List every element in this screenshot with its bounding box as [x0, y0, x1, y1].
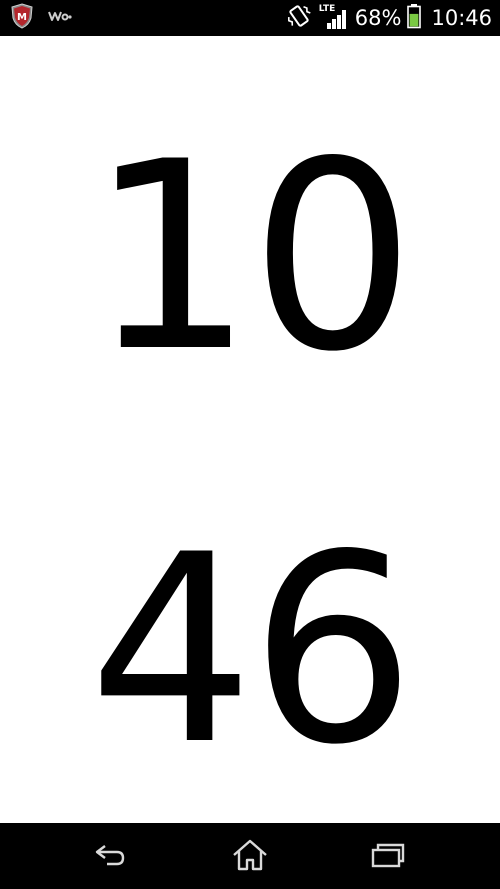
battery-level-fill — [410, 13, 419, 27]
status-clock: 10:46 — [431, 6, 492, 30]
recents-icon — [368, 840, 408, 874]
notification-icons: M — [10, 3, 72, 33]
svg-text:M: M — [17, 12, 27, 23]
back-icon — [91, 840, 131, 874]
recents-button[interactable] — [358, 837, 418, 877]
back-button[interactable] — [81, 837, 141, 877]
walkman-icon — [48, 8, 72, 28]
home-button[interactable] — [220, 837, 280, 877]
clock-minutes: 46 — [88, 500, 416, 802]
clock-hours: 10 — [88, 107, 416, 409]
lte-signal-icon: LTE — [319, 4, 349, 31]
clock-display: 10 46 — [0, 36, 500, 823]
vibrate-icon — [285, 3, 313, 33]
battery-percent: 68% — [354, 6, 402, 30]
mcafee-shield-icon: M — [10, 3, 34, 33]
screen: M LTE 68% 10:46 10 46 — [0, 0, 500, 889]
status-bar: M LTE 68% 10:46 — [0, 0, 500, 36]
home-icon — [230, 838, 270, 876]
battery-icon — [407, 3, 422, 33]
navigation-bar — [0, 823, 500, 889]
system-status: LTE 68% 10:46 — [285, 0, 492, 36]
